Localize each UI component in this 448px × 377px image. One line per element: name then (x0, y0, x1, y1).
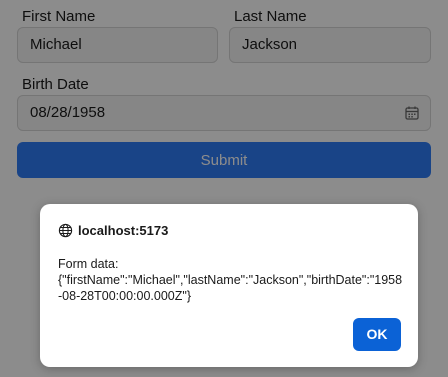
dialog-message-heading: Form data: (58, 257, 119, 271)
dialog-message: Form data: {"firstName":"Michael","lastNa… (58, 256, 403, 304)
ok-button[interactable]: OK (353, 318, 401, 351)
dialog-origin: localhost:5173 (78, 222, 169, 238)
dialog-message-json: {"firstName":"Michael","lastName":"Jacks… (58, 273, 403, 303)
dialog-title: localhost:5173 (58, 221, 168, 239)
globe-icon (58, 223, 73, 237)
modal-overlay: localhost:5173 Form data: {"firstName":"M… (0, 0, 448, 377)
alert-dialog: localhost:5173 Form data: {"firstName":"M… (40, 204, 418, 367)
